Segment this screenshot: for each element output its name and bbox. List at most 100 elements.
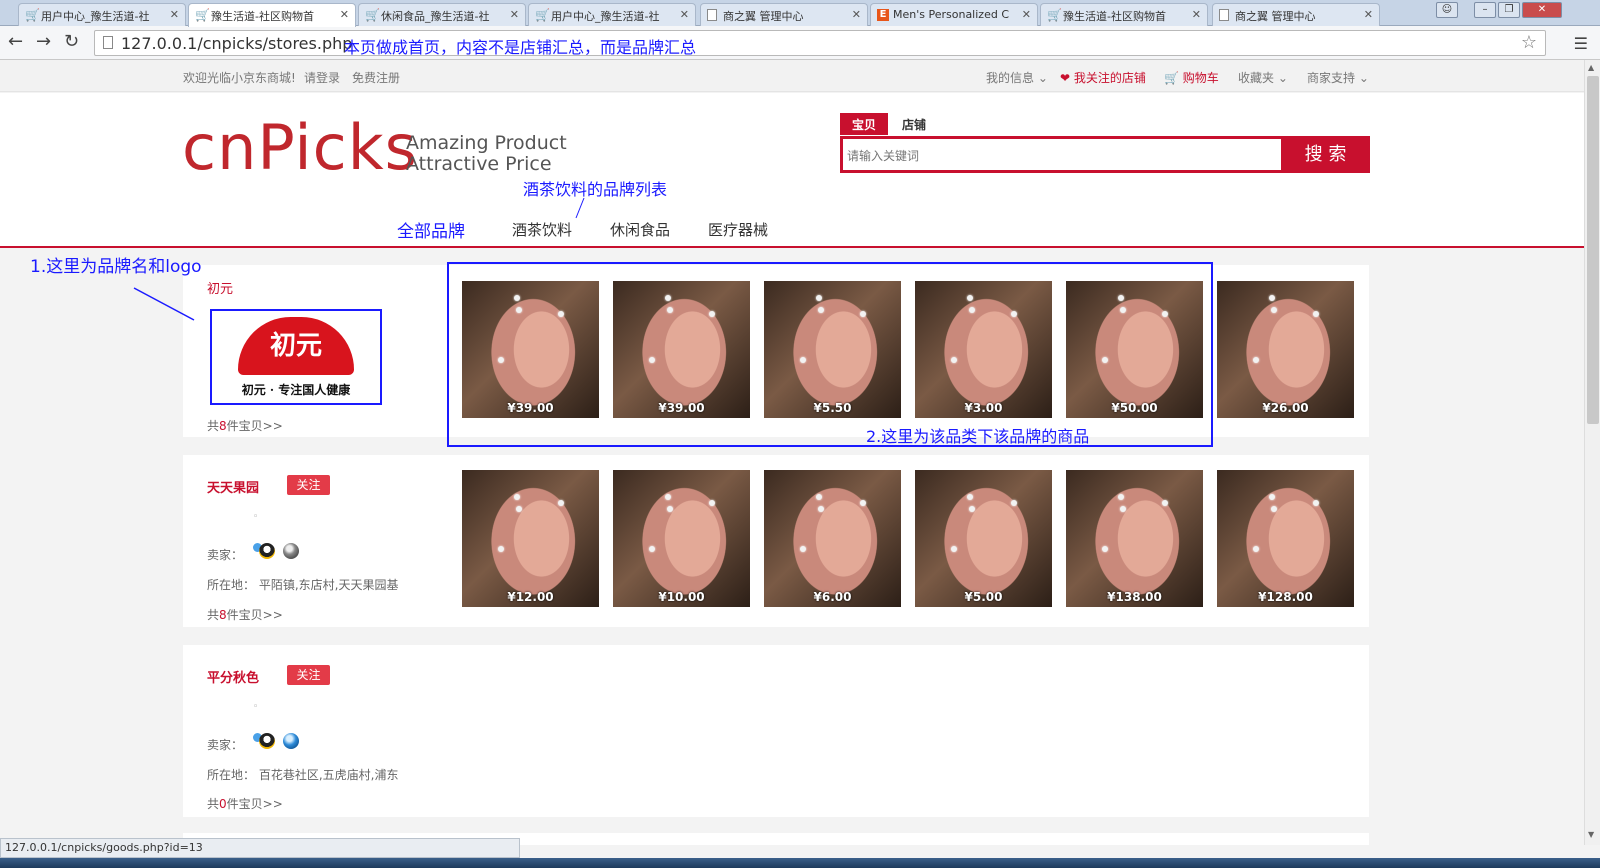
tab-title: 休闲食品_豫生活道-社 (381, 10, 490, 23)
product-thumbnail[interactable]: ¥138.00 (1066, 470, 1203, 607)
register-link[interactable]: 免费注册 (352, 69, 400, 86)
browser-tab[interactable]: 🛒 豫生活道-社区购物首 ✕ (1040, 3, 1208, 26)
search-tab-goods[interactable]: 宝贝 (840, 113, 889, 135)
product-price: ¥6.00 (813, 590, 852, 604)
close-icon[interactable]: ✕ (340, 8, 349, 21)
browser-tab[interactable]: E Men's Personalized C ✕ (870, 3, 1038, 26)
browser-status-bar: 127.0.0.1/cnpicks/goods.php?id=13 (0, 838, 520, 858)
browser-tabstrip: 🛒 用户中心_豫生活道-社 ✕ 🛒 豫生活道-社区购物首 ✕ 🛒 休闲食品_豫生… (0, 0, 1600, 27)
site-topbar: 欢迎光临小京东商城! 请登录 免费注册 我的信息 ⌄ ❤ 我关注的店铺 🛒 购物… (0, 60, 1584, 92)
browser-tab-active[interactable]: 🛒 豫生活道-社区购物首 ✕ (188, 3, 356, 27)
url-input[interactable]: 127.0.0.1/cnpicks/stores.php ☆ (94, 30, 1546, 56)
window-close-button[interactable]: ✕ (1522, 2, 1562, 18)
category-all-brands[interactable]: 全部品牌 (397, 217, 465, 242)
location-label: 所在地： (207, 578, 256, 592)
product-price: ¥26.00 (1262, 401, 1309, 415)
page-icon (707, 9, 717, 21)
product-thumbnail[interactable]: ¥10.00 (613, 470, 750, 607)
heart-icon: ❤ (1060, 71, 1071, 85)
product-thumbnail[interactable]: ¥6.00 (764, 470, 901, 607)
my-info-menu[interactable]: 我的信息 ⌄ (986, 69, 1048, 86)
os-taskbar (0, 858, 1600, 868)
category-medical[interactable]: 医疗器械 (708, 219, 768, 240)
brand-name[interactable]: 天天果园 (207, 477, 259, 496)
qq-icon[interactable] (259, 543, 275, 559)
scrollbar-thumb[interactable] (1587, 76, 1599, 424)
annotation-goods-box (447, 262, 1213, 447)
cart-icon: 🛒 (535, 8, 550, 22)
browser-tab[interactable]: 🛒 休闲食品_豫生活道-社 ✕ (358, 3, 526, 26)
tab-title: 豫生活道-社区购物首 (1063, 10, 1166, 23)
user-icon[interactable]: ☺ (1436, 2, 1458, 18)
brand-name[interactable]: 平分秋色 (207, 667, 259, 686)
login-link[interactable]: 请登录 (304, 69, 340, 86)
close-icon[interactable]: ✕ (680, 8, 689, 21)
annotation-category-note: 酒茶饮料的品牌列表 (523, 180, 668, 199)
goods-count-link[interactable]: 共8件宝贝>> (207, 417, 283, 434)
close-icon[interactable]: ✕ (1192, 8, 1201, 21)
wangwang-icon[interactable] (283, 733, 299, 749)
brand-logo-placeholder: ◦ (253, 512, 259, 522)
follow-button[interactable]: 关注 (287, 475, 330, 495)
annotation-brand-note: 1.这里为品牌名和logo (30, 257, 202, 277)
product-thumbnail[interactable]: ¥5.00 (915, 470, 1052, 607)
goods-count-link[interactable]: 共8件宝贝>> (207, 606, 283, 623)
category-snacks[interactable]: 休闲食品 (610, 219, 670, 240)
restore-button[interactable]: ❐ (1498, 2, 1520, 18)
scroll-up-icon[interactable]: ▲ (1588, 63, 1594, 72)
product-price: ¥12.00 (507, 590, 554, 604)
close-icon[interactable]: ✕ (510, 8, 519, 21)
scroll-down-icon[interactable]: ▼ (1588, 830, 1594, 839)
back-arrow-icon[interactable]: ← (8, 32, 23, 52)
brand-name[interactable]: 初元 (207, 278, 233, 297)
product-thumbnail[interactable]: ¥26.00 (1217, 281, 1354, 418)
page-scrollbar[interactable]: ▲ ▼ (1584, 60, 1600, 845)
brand-logo[interactable]: 初元 初元 · 专注国人健康 (210, 309, 382, 405)
goods-count-link[interactable]: 共0件宝贝>> (207, 795, 283, 812)
slogan: Amazing Product Attractive Price (406, 133, 567, 175)
wangwang-icon[interactable] (283, 543, 299, 559)
browser-tab[interactable]: 商之翼 管理中心 ✕ (700, 3, 868, 26)
brand-section: 平分秋色 关注 ◦ 卖家： 所在地： 百花巷社区,五虎庙村,浦东 共0件宝贝>> (183, 645, 1369, 817)
category-drinks[interactable]: 酒茶饮料 (512, 219, 572, 240)
product-price: ¥138.00 (1107, 590, 1162, 604)
search-tab-stores[interactable]: 店铺 (890, 113, 938, 135)
annotation-pointer-line (133, 287, 195, 321)
follow-button[interactable]: 关注 (287, 665, 330, 685)
tab-title: Men's Personalized C (893, 8, 1009, 21)
merchant-support-menu[interactable]: 商家支持 ⌄ (1307, 69, 1369, 86)
annotation-pointer-line (575, 197, 585, 219)
followed-stores-link[interactable]: ❤ 我关注的店铺 (1060, 69, 1146, 86)
location-row: 所在地： 百花巷社区,五虎庙村,浦东 (207, 766, 398, 783)
location-value: 百花巷社区,五虎庙村,浦东 (258, 768, 399, 782)
browser-tab[interactable]: 🛒 用户中心_豫生活道-社 ✕ (528, 3, 696, 26)
close-icon[interactable]: ✕ (1022, 8, 1031, 21)
qq-icon[interactable] (259, 733, 275, 749)
search-input[interactable] (847, 145, 1277, 167)
cart-icon: 🛒 (1164, 71, 1179, 85)
brand-logo-placeholder: ◦ (253, 702, 259, 712)
browser-tab[interactable]: 商之翼 管理中心 ✕ (1212, 3, 1380, 26)
location-label: 所在地： (207, 768, 256, 782)
seller-label: 卖家： (207, 548, 244, 562)
close-icon[interactable]: ✕ (852, 8, 861, 21)
favorites-menu[interactable]: 收藏夹 ⌄ (1238, 69, 1288, 86)
site-logo[interactable]: cnPicks (182, 113, 418, 183)
search-box: 搜 索 (840, 136, 1370, 173)
product-thumbnail[interactable]: ¥12.00 (462, 470, 599, 607)
forward-arrow-icon[interactable]: → (36, 32, 51, 52)
cart-link[interactable]: 🛒 购物车 (1164, 69, 1219, 86)
product-price: ¥5.00 (964, 590, 1003, 604)
close-icon[interactable]: ✕ (1364, 8, 1373, 21)
bookmark-star-icon[interactable]: ☆ (1521, 32, 1537, 53)
minimize-button[interactable]: – (1474, 2, 1496, 18)
close-icon[interactable]: ✕ (170, 8, 179, 21)
reload-icon[interactable]: ↻ (64, 32, 79, 52)
product-price: ¥10.00 (658, 590, 705, 604)
brand-logo-mark: 初元 (238, 317, 354, 375)
product-price: ¥128.00 (1258, 590, 1313, 604)
product-thumbnail[interactable]: ¥128.00 (1217, 470, 1354, 607)
menu-icon[interactable]: ☰ (1574, 34, 1588, 53)
browser-tab[interactable]: 🛒 用户中心_豫生活道-社 ✕ (18, 3, 186, 26)
search-button[interactable]: 搜 索 (1281, 136, 1370, 173)
